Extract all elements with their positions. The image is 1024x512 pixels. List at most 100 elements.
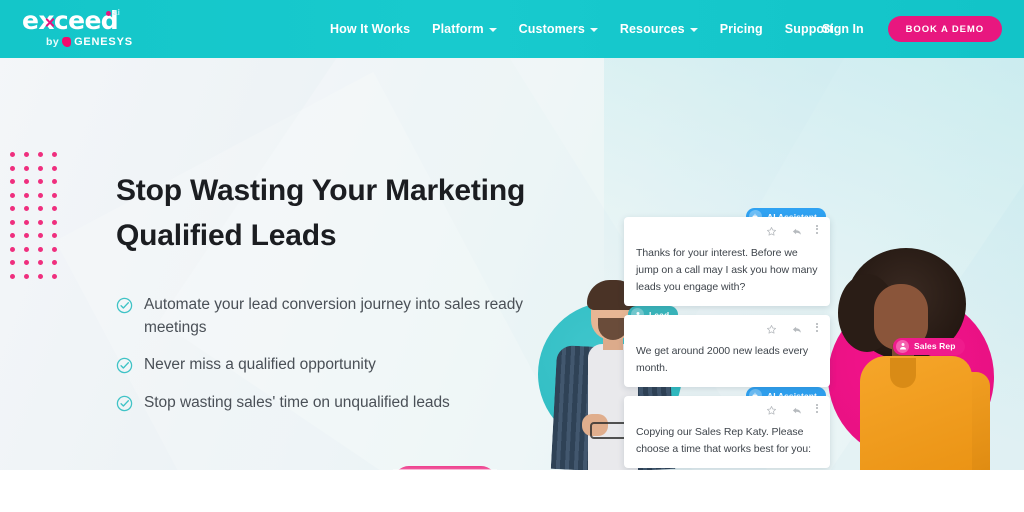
chevron-down-icon xyxy=(488,28,497,32)
book-a-demo-button[interactable]: BOOK A DEMO xyxy=(887,16,1002,42)
grid-dot xyxy=(24,216,38,230)
reply-icon[interactable] xyxy=(791,224,802,235)
chat-card-actions xyxy=(624,315,830,339)
grid-dot xyxy=(24,175,38,189)
chat-message-text: Copying our Sales Rep Katy. Please choos… xyxy=(636,426,811,455)
chat-message-card: Copying our Sales Rep Katy. Please choos… xyxy=(624,396,830,468)
grid-dot xyxy=(24,256,38,270)
hero-copy: Stop Wasting Your Marketing Qualified Le… xyxy=(116,168,546,429)
grid-dot xyxy=(38,189,52,203)
grid-dot xyxy=(52,256,66,270)
grid-dot xyxy=(24,229,38,243)
grid-dot xyxy=(10,270,24,284)
sign-in-link[interactable]: Sign In xyxy=(822,22,864,36)
grid-dot xyxy=(10,229,24,243)
grid-dot xyxy=(38,162,52,176)
more-vertical-icon[interactable] xyxy=(816,224,818,234)
list-item: Never miss a qualified opportunity xyxy=(116,354,546,377)
grid-dot xyxy=(24,148,38,162)
grid-dot xyxy=(52,162,66,176)
grid-dot xyxy=(10,189,24,203)
list-item: Stop wasting sales' time on unqualified … xyxy=(116,392,546,415)
check-circle-icon xyxy=(116,395,133,412)
header-actions: Sign In BOOK A DEMO xyxy=(822,0,1002,58)
page-title: Stop Wasting Your Marketing Qualified Le… xyxy=(116,174,526,252)
grid-dot xyxy=(10,202,24,216)
sales-rep-badge-label: Sales Rep xyxy=(914,341,956,351)
grid-dot xyxy=(24,189,38,203)
grid-dot xyxy=(38,270,52,284)
grid-dot xyxy=(10,148,24,162)
benefit-text: Automate your lead conversion journey in… xyxy=(144,296,523,336)
grid-dot xyxy=(52,216,66,230)
nav-item-resources[interactable]: Resources xyxy=(620,22,698,36)
nav-item-customers[interactable]: Customers xyxy=(519,22,598,36)
landing-page: Sales Rep Stop Wasting Your Marketing Qu… xyxy=(0,0,1024,512)
grid-dot xyxy=(10,162,24,176)
check-circle-icon xyxy=(116,357,133,374)
benefit-list: Automate your lead conversion journey in… xyxy=(116,294,546,414)
chevron-down-icon xyxy=(689,28,698,32)
star-icon[interactable] xyxy=(766,224,777,236)
grid-dot xyxy=(52,202,66,216)
check-circle-icon xyxy=(116,297,133,314)
list-item: Automate your lead conversion journey in… xyxy=(116,294,546,339)
grid-dot xyxy=(38,256,52,270)
grid-dot xyxy=(52,148,66,162)
sales-rep-badge-wrap: Sales Rep xyxy=(893,337,965,355)
grid-dot xyxy=(38,216,52,230)
more-vertical-icon[interactable] xyxy=(816,403,818,413)
grid-dot xyxy=(24,243,38,257)
benefit-text: Never miss a qualified opportunity xyxy=(144,356,376,373)
chat-message-text: We get around 2000 new leads every month… xyxy=(636,345,809,374)
genesys-mark-icon xyxy=(62,37,72,47)
star-icon[interactable] xyxy=(766,403,777,415)
nav-item-platform[interactable]: Platform xyxy=(432,22,497,36)
nav-item-label: How It Works xyxy=(330,22,411,36)
chevron-down-icon xyxy=(589,28,598,32)
logo-parent-brand: by GENESYS xyxy=(46,36,133,48)
nav-item-label: Resources xyxy=(619,22,685,36)
nav-item-label: Pricing xyxy=(719,22,763,36)
logo-dot-icon xyxy=(106,11,111,16)
nav-item-label: Platform xyxy=(432,22,484,36)
grid-dot xyxy=(52,270,66,284)
nav-item-how-it-works[interactable]: How It Works xyxy=(330,22,410,36)
grid-dot xyxy=(10,216,24,230)
logo-genesys-text: GENESYS xyxy=(74,36,133,48)
grid-dot xyxy=(10,175,24,189)
person-icon xyxy=(896,339,909,353)
grid-dot xyxy=(38,175,52,189)
star-icon[interactable] xyxy=(766,322,777,334)
nav-item-pricing[interactable]: Pricing xyxy=(720,22,763,36)
grid-dot xyxy=(52,243,66,257)
grid-dot xyxy=(24,270,38,284)
grid-dot xyxy=(10,243,24,257)
reply-icon[interactable] xyxy=(791,322,802,333)
grid-dot xyxy=(38,148,52,162)
more-vertical-icon[interactable] xyxy=(816,322,818,332)
logo-x-accent-icon xyxy=(45,18,54,27)
logo-by-text: by xyxy=(46,36,60,48)
grid-dot xyxy=(52,189,66,203)
grid-dot xyxy=(38,202,52,216)
decorative-dot-grid xyxy=(10,148,66,283)
reply-icon[interactable] xyxy=(791,403,802,414)
chat-card-actions xyxy=(624,396,830,420)
chat-message-text: Thanks for your interest. Before we jump… xyxy=(636,247,818,293)
nav-item-label: Customers xyxy=(518,22,585,36)
photo-woman-orange-top xyxy=(832,248,1000,470)
logo-ai-superscript: ai xyxy=(113,8,121,17)
grid-dot xyxy=(24,202,38,216)
logo-wordmark: exceed xyxy=(22,6,119,35)
chat-conversation: AI AssistantThanks for your interest. Be… xyxy=(624,208,830,468)
brand-logo[interactable]: exceed ai by GENESYS xyxy=(22,8,142,50)
grid-dot xyxy=(10,256,24,270)
chat-message-card: Thanks for your interest. Before we jump… xyxy=(624,217,830,306)
site-header: exceed ai by GENESYS How It Works Platfor… xyxy=(0,0,1024,58)
grid-dot xyxy=(52,175,66,189)
grid-dot xyxy=(38,243,52,257)
chat-card-actions xyxy=(624,217,830,241)
chat-message-card: We get around 2000 new leads every month… xyxy=(624,315,830,387)
grid-dot xyxy=(52,229,66,243)
